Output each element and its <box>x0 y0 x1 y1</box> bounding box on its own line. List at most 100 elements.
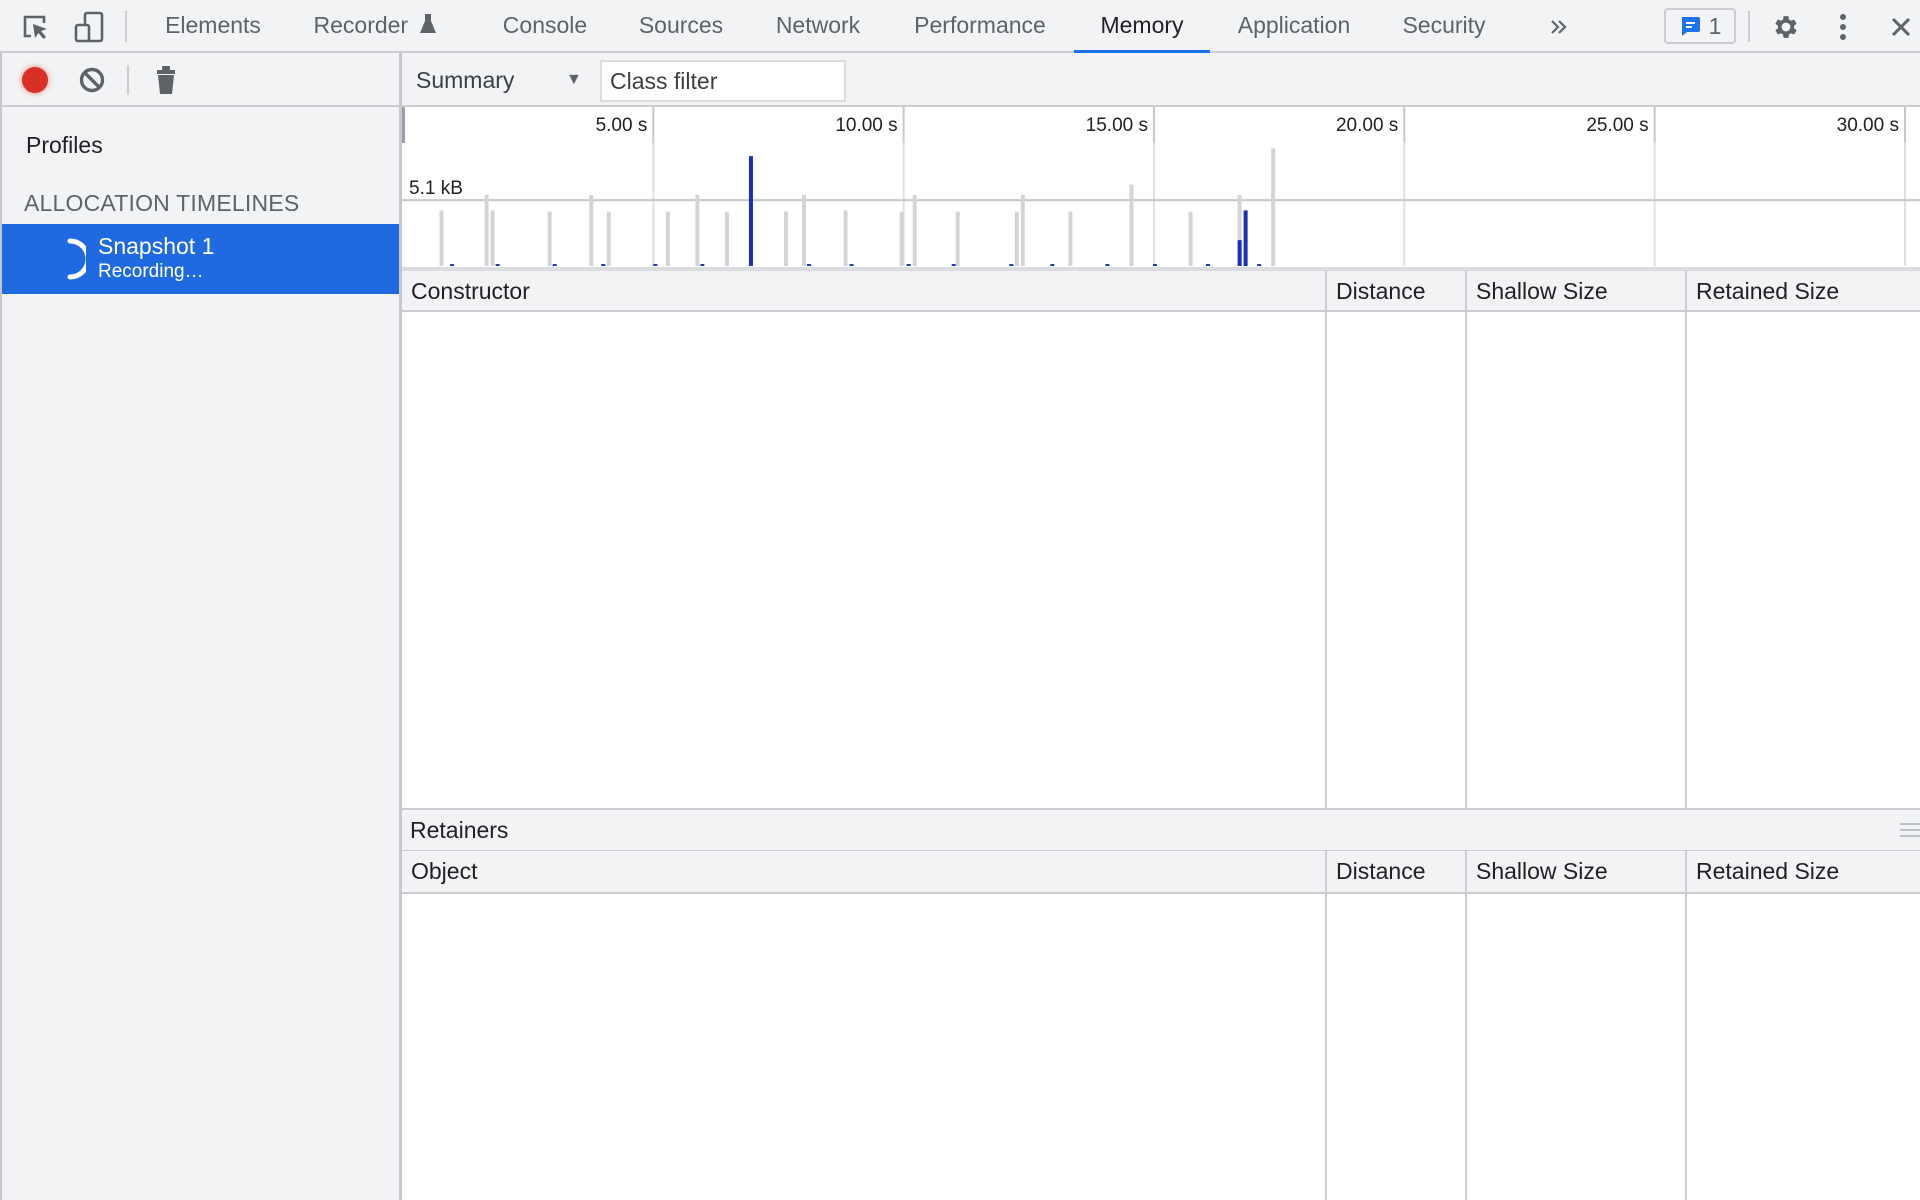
allocation-bar-total <box>547 211 552 266</box>
column-header-retained-size[interactable]: Retained Size <box>1685 271 1920 312</box>
tab-console[interactable]: Console <box>490 0 600 51</box>
summary-data-grid: Constructor Distance Shallow Size Retain… <box>402 269 1920 808</box>
allocation-bar-total <box>606 211 611 266</box>
column-divider <box>1325 312 1327 808</box>
allocation-bar-total <box>899 211 904 266</box>
tab-label: Sources <box>638 12 724 38</box>
allocation-bar-live <box>1009 264 1014 266</box>
allocation-bar-total <box>843 210 848 266</box>
allocation-bar-live <box>450 264 455 266</box>
tab-label: Performance <box>914 12 1046 38</box>
allocation-bar-live <box>1206 264 1211 266</box>
x-tick-label: 5.00 s <box>596 115 648 136</box>
allocation-bar-total <box>439 210 444 266</box>
allocation-bar-total <box>724 211 729 266</box>
device-toolbar-button[interactable] <box>72 10 106 44</box>
more-options-button[interactable] <box>1826 10 1860 44</box>
allocation-bar-live <box>495 264 500 266</box>
x-tick-label: 20.00 s <box>1336 115 1398 136</box>
double-chevron-right-icon <box>1551 20 1567 34</box>
column-header-shallow-size[interactable]: Shallow Size <box>1465 271 1685 312</box>
allocation-bar-live <box>700 264 705 266</box>
resize-handle-icon[interactable] <box>1900 822 1920 838</box>
allocation-bar-total <box>665 211 670 266</box>
timeline-svg: 5.00 s 10.00 s 15.00 s 20.00 s 25.00 s 30.00 … <box>402 107 1920 266</box>
snapshot-status: Recording… <box>98 261 204 282</box>
column-divider <box>1685 312 1687 808</box>
allocation-bar-total <box>955 211 960 266</box>
tab-elements[interactable]: Elements <box>150 0 276 51</box>
summary-grid-header: Constructor Distance Shallow Size Retain… <box>402 269 1920 312</box>
tab-label: Security <box>1402 12 1486 38</box>
tab-performance[interactable]: Performance <box>898 0 1062 51</box>
more-tabs-button[interactable] <box>1542 10 1576 44</box>
allocation-bar-total <box>1068 211 1073 266</box>
issues-count: 1 <box>1708 12 1722 39</box>
allocation-bar-live <box>653 264 658 266</box>
tab-label: Application <box>1237 12 1351 38</box>
tab-recorder[interactable]: Recorder <box>296 0 454 51</box>
toolbar-divider <box>1748 11 1750 42</box>
retainers-grid-header: Object Distance Shallow Size Retained Si… <box>402 851 1920 894</box>
toolbar-divider <box>125 11 127 42</box>
retainers-title: Retainers <box>410 817 509 843</box>
close-devtools-button[interactable] <box>1884 10 1918 44</box>
allocation-bar-live <box>1152 264 1157 266</box>
dropdown-arrow-icon: ▼ <box>566 71 582 88</box>
x-tick-label: 10.00 s <box>835 115 897 136</box>
x-tick-label: 15.00 s <box>1086 115 1148 136</box>
allocation-bar-live <box>906 264 911 266</box>
view-select-value: Summary <box>416 67 515 93</box>
snapshot-list-item[interactable]: Snapshot 1 Recording… <box>2 224 399 294</box>
tab-network[interactable]: Network <box>760 0 876 51</box>
memory-view-toolbar: Summary ▼ <box>402 53 1920 107</box>
tab-application[interactable]: Application <box>1224 0 1364 51</box>
tab-label: Network <box>775 12 861 38</box>
column-divider <box>1685 894 1687 1200</box>
allocation-bar-live <box>1105 264 1110 266</box>
column-divider <box>1465 894 1467 1200</box>
trash-icon[interactable] <box>152 65 180 95</box>
settings-button[interactable] <box>1769 10 1803 44</box>
record-button[interactable] <box>22 67 48 93</box>
issues-chat-icon <box>1681 17 1700 36</box>
profiles-sidebar: Profiles ALLOCATION TIMELINES Snapshot 1… <box>0 53 402 1200</box>
allocation-timeline-chart[interactable]: 5.00 s 10.00 s 15.00 s 20.00 s 25.00 s 30.00 … <box>402 107 1920 269</box>
clear-icon[interactable] <box>78 66 106 94</box>
allocation-bar-total <box>695 194 700 266</box>
allocation-bar-total <box>589 194 594 266</box>
view-select-dropdown[interactable]: Summary ▼ <box>416 62 584 98</box>
allocation-bar-live <box>1243 210 1248 266</box>
column-header-distance[interactable]: Distance <box>1325 851 1465 892</box>
allocation-bar-total <box>1271 148 1276 266</box>
profiles-toolbar <box>2 53 399 107</box>
tab-sources[interactable]: Sources <box>624 0 738 51</box>
column-header-distance[interactable]: Distance <box>1325 271 1465 312</box>
kebab-menu-icon <box>1840 14 1846 40</box>
profiles-heading: Profiles <box>26 132 103 158</box>
x-tick-label: 30.00 s <box>1837 115 1899 136</box>
close-icon <box>1891 17 1911 37</box>
column-header-object[interactable]: Object <box>402 851 1325 892</box>
tab-security[interactable]: Security <box>1384 0 1504 51</box>
retainers-panel-header[interactable]: Retainers <box>402 808 1920 852</box>
column-header-retained-size[interactable]: Retained Size <box>1685 851 1920 892</box>
issues-counter-button[interactable]: 1 <box>1664 8 1736 44</box>
allocation-bar-total <box>912 194 917 266</box>
column-header-constructor[interactable]: Constructor <box>402 271 1325 312</box>
tab-memory[interactable]: Memory <box>1074 0 1210 53</box>
retainers-data-grid: Object Distance Shallow Size Retained Si… <box>402 851 1920 1200</box>
allocation-bar-live <box>1050 264 1055 266</box>
column-header-shallow-size[interactable]: Shallow Size <box>1465 851 1685 892</box>
inspect-element-button[interactable] <box>18 10 52 44</box>
column-divider <box>1325 894 1327 1200</box>
toolbar-divider <box>127 65 129 95</box>
allocation-bar-total <box>1014 211 1019 266</box>
allocation-bar-live <box>807 264 812 266</box>
column-divider <box>1465 312 1467 808</box>
allocation-bar-live <box>1237 240 1242 266</box>
devtools-tab-bar: Elements Recorder Console Sources Networ… <box>0 0 1920 53</box>
class-filter-input[interactable] <box>600 60 846 102</box>
allocation-bar-total <box>1129 184 1134 266</box>
tab-label: Elements <box>165 12 261 38</box>
